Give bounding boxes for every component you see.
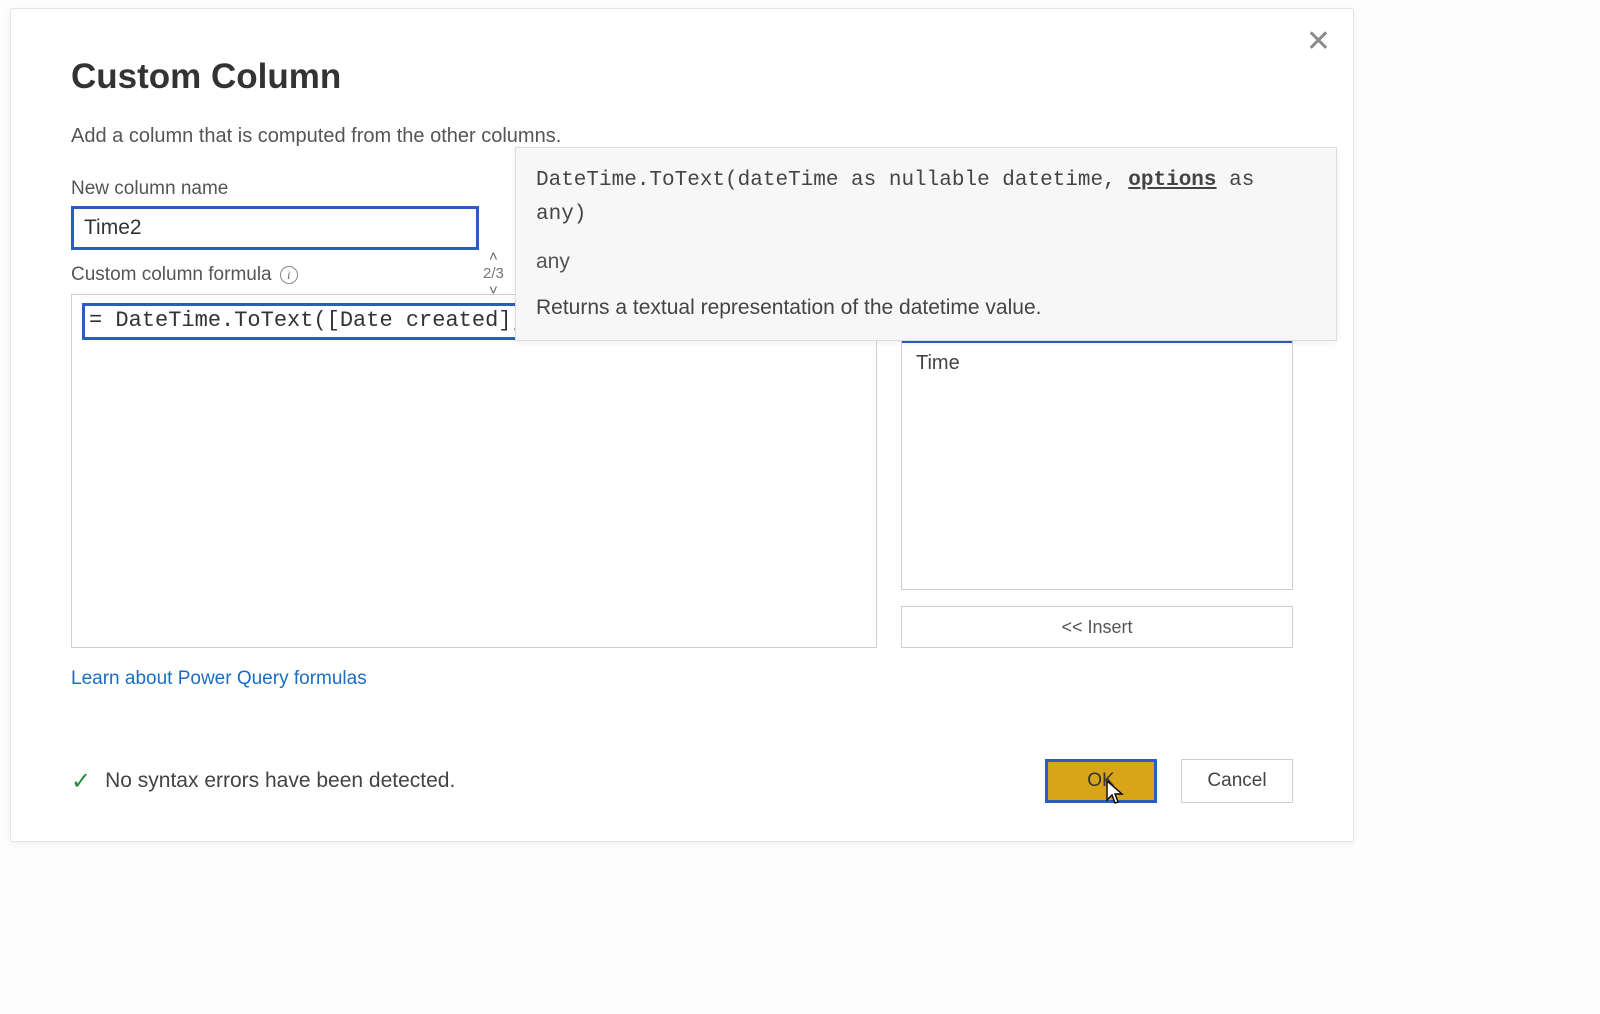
dialog-subtitle: Add a column that is computed from the o… — [71, 125, 1293, 148]
insert-button[interactable]: << Insert — [901, 606, 1293, 648]
info-icon[interactable]: i — [280, 266, 298, 284]
tooltip-signature: DateTime.ToText(dateTime as nullable dat… — [536, 164, 1316, 231]
ok-button[interactable]: OK — [1045, 759, 1157, 803]
overload-spinner[interactable]: ˄ 2/3 ˅ — [483, 249, 504, 298]
available-column-item[interactable]: Time — [902, 342, 1292, 385]
close-button[interactable]: ✕ — [1306, 27, 1331, 57]
signature-tooltip: DateTime.ToText(dateTime as nullable dat… — [515, 147, 1337, 341]
help-link[interactable]: Learn about Power Query formulas — [71, 668, 367, 690]
check-icon: ✓ — [71, 767, 91, 796]
cancel-button[interactable]: Cancel — [1181, 759, 1293, 803]
new-column-name-input[interactable] — [71, 206, 479, 250]
formula-prefix: = DateTime.ToText([Date created], — [89, 308, 538, 333]
status-message: No syntax errors have been detected. — [105, 769, 455, 793]
sig-current-param: options — [1128, 169, 1216, 192]
spinner-up-icon[interactable]: ˄ — [489, 249, 498, 264]
sig-prefix: DateTime.ToText(dateTime as nullable dat… — [536, 169, 1128, 192]
custom-column-dialog: ✕ Custom Column Add a column that is com… — [10, 8, 1354, 842]
ok-button-label: OK — [1087, 770, 1114, 791]
status-bar: ✓ No syntax errors have been detected. — [71, 767, 455, 796]
tooltip-return-type: any — [536, 245, 1316, 279]
formula-editor[interactable]: = DateTime.ToText([Date created], "HH:mm… — [71, 294, 877, 648]
spinner-down-icon[interactable]: ˅ — [489, 283, 498, 298]
dialog-title: Custom Column — [71, 57, 1293, 97]
formula-label-text: Custom column formula — [71, 264, 272, 286]
overload-counter: 2/3 — [483, 266, 504, 281]
tooltip-description: Returns a textual representation of the … — [536, 291, 1316, 325]
